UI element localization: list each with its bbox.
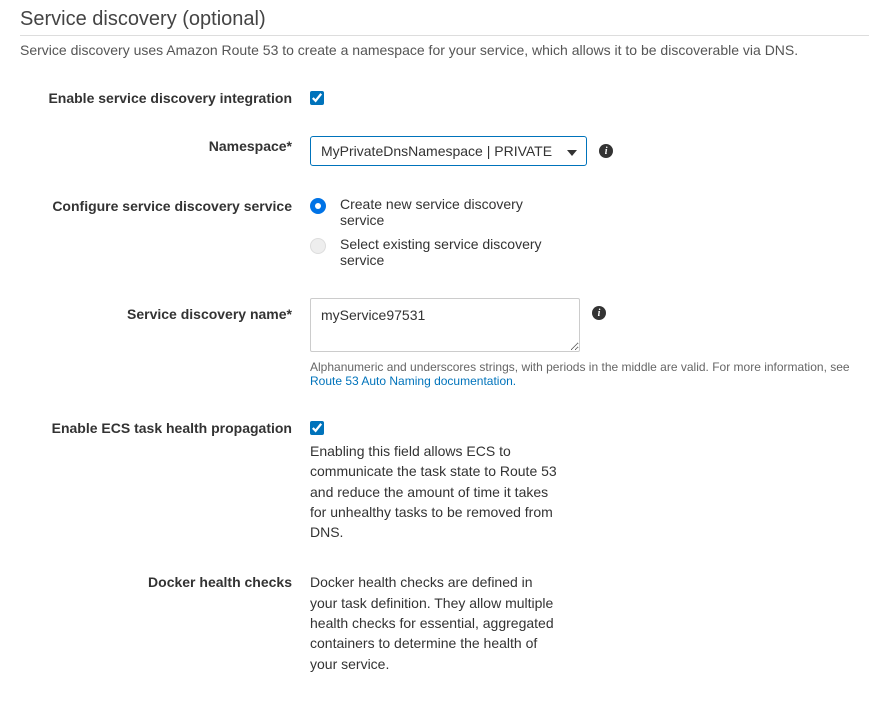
discovery-name-input[interactable] (310, 298, 580, 352)
enable-integration-label: Enable service discovery integration (20, 88, 310, 106)
namespace-label: Namespace* (20, 136, 310, 154)
radio-unselected-icon (310, 238, 326, 254)
route53-docs-link[interactable]: Route 53 Auto Naming documentation. (310, 374, 516, 388)
enable-integration-checkbox[interactable] (310, 91, 324, 105)
configure-service-label: Configure service discovery service (20, 196, 310, 214)
configure-service-row: Configure service discovery service Crea… (20, 196, 869, 268)
namespace-select[interactable]: MyPrivateDnsNamespace | PRIVATE (310, 136, 587, 166)
discovery-name-help: Alphanumeric and underscores strings, wi… (310, 360, 850, 388)
info-icon[interactable]: i (592, 306, 606, 320)
section-description: Service discovery uses Amazon Route 53 t… (20, 42, 869, 58)
configure-service-radio-group: Create new service discovery service Sel… (310, 196, 570, 268)
health-propagation-row: Enable ECS task health propagation Enabl… (20, 418, 869, 542)
discovery-name-label: Service discovery name* (20, 298, 310, 322)
section-title: Service discovery (optional) (20, 0, 869, 36)
namespace-selected-value: MyPrivateDnsNamespace | PRIVATE (321, 143, 552, 159)
radio-option-create-new[interactable]: Create new service discovery service (310, 196, 570, 228)
discovery-name-row: Service discovery name* i Alphanumeric a… (20, 298, 869, 388)
radio-label-select-existing: Select existing service discovery servic… (340, 236, 570, 268)
service-discovery-section: Service discovery (optional) Service dis… (0, 0, 889, 704)
info-icon[interactable]: i (599, 144, 613, 158)
health-propagation-label: Enable ECS task health propagation (20, 418, 310, 436)
namespace-row: Namespace* MyPrivateDnsNamespace | PRIVA… (20, 136, 869, 166)
enable-integration-row: Enable service discovery integration (20, 88, 869, 106)
radio-label-create-new: Create new service discovery service (340, 196, 570, 228)
health-propagation-description: Enabling this field allows ECS to commun… (310, 441, 560, 542)
help-text-prefix: Alphanumeric and underscores strings, wi… (310, 360, 850, 374)
radio-option-select-existing[interactable]: Select existing service discovery servic… (310, 236, 570, 268)
radio-selected-icon (310, 198, 326, 214)
health-propagation-checkbox[interactable] (310, 421, 324, 435)
docker-health-label: Docker health checks (20, 572, 310, 590)
docker-health-row: Docker health checks Docker health check… (20, 572, 869, 673)
docker-health-description: Docker health checks are defined in your… (310, 572, 560, 673)
